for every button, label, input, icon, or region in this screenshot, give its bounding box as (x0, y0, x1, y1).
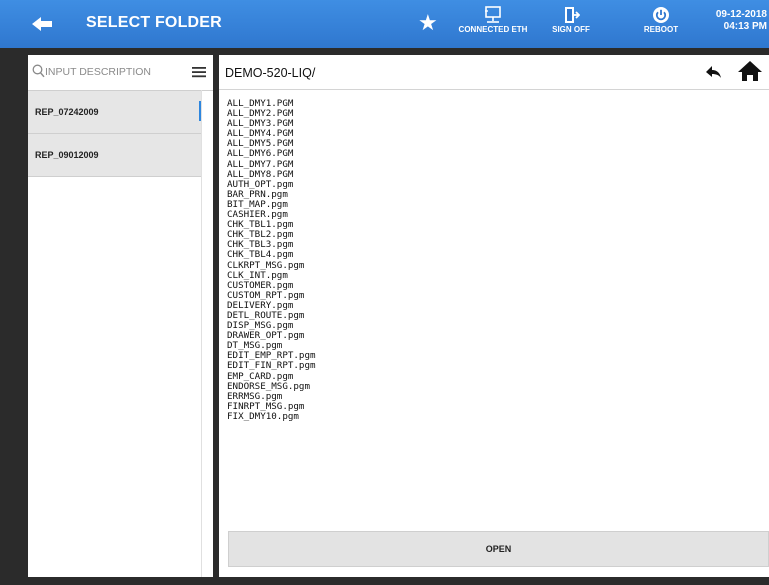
folder-label: REP_07242009 (35, 107, 99, 117)
folder-item-rep-07242009[interactable]: REP_07242009 (28, 91, 202, 134)
connected-eth-button[interactable]: CONNECTED ETH (457, 6, 529, 34)
favorite-button[interactable]: ★ (418, 10, 438, 36)
home-icon[interactable] (737, 60, 763, 82)
network-icon (485, 6, 501, 23)
power-icon (653, 7, 669, 23)
reboot-label: REBOOT (643, 25, 679, 34)
back-arrow-icon (32, 17, 52, 31)
date-text: 09-12-2018 (715, 9, 767, 20)
star-icon: ★ (418, 10, 438, 35)
list-item[interactable]: DRAWER_OPT.pgm (227, 331, 627, 341)
menu-icon[interactable] (192, 66, 206, 78)
folder-sidebar: INPUT DESCRIPTION REP_07242009 REP_09012… (28, 55, 213, 577)
list-item[interactable]: FIX_DMY10.pgm (227, 411, 627, 422)
sign-off-label: SIGN OFF (552, 25, 590, 34)
list-item[interactable]: CHK_TBL4.pgm (227, 250, 627, 260)
file-panel: DEMO-520-LIQ/ ALL_DMY1.PGM ALL_DMY2.PGM … (219, 55, 769, 577)
connected-eth-label: CONNECTED ETH (458, 25, 528, 34)
divider (219, 89, 769, 90)
current-path: DEMO-520-LIQ/ (225, 66, 316, 80)
search-icon (32, 64, 45, 78)
file-list[interactable]: ALL_DMY1.PGM ALL_DMY2.PGM ALL_DMY3.PGM A… (227, 99, 627, 523)
datetime: 09-12-2018 04:13 PM (716, 9, 767, 33)
folder-item-rep-09012009[interactable]: REP_09012009 (28, 134, 201, 177)
reboot-button[interactable]: REBOOT (636, 6, 686, 34)
open-button[interactable]: OPEN (228, 531, 769, 567)
page-title: SELECT FOLDER (86, 14, 222, 31)
list-item[interactable]: ENDORSE_MSG.pgm (227, 381, 627, 392)
folder-label: REP_09012009 (35, 150, 99, 160)
back-button[interactable] (30, 13, 54, 35)
search-bar[interactable]: INPUT DESCRIPTION (28, 55, 213, 91)
undo-icon[interactable] (705, 64, 723, 80)
time-text: 04:13 PM (723, 21, 767, 32)
search-input[interactable]: INPUT DESCRIPTION (45, 66, 151, 78)
list-scroll-track (201, 90, 202, 577)
sign-off-button[interactable]: SIGN OFF (546, 6, 596, 34)
top-bar: SELECT FOLDER ★ CONNECTED ETH SIGN OFF R… (0, 0, 769, 48)
sign-off-icon (565, 7, 580, 23)
